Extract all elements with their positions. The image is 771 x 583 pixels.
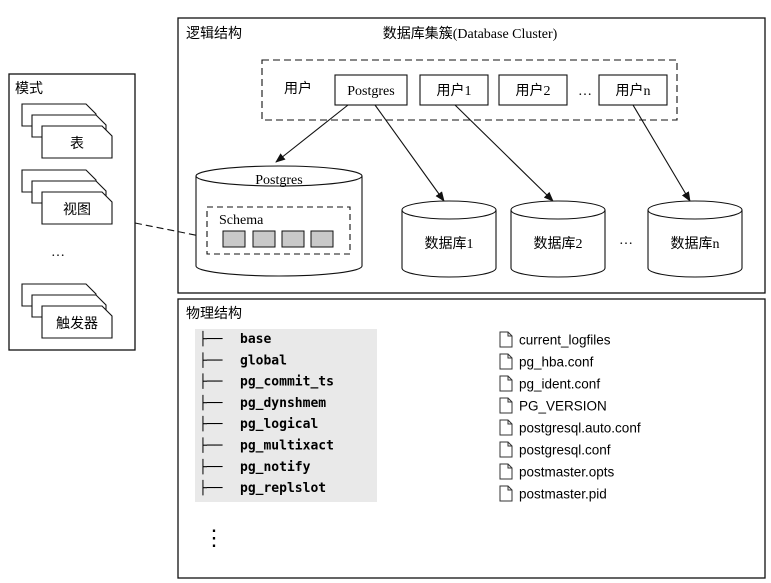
tree-branch: ├── [199,415,223,432]
users-label: 用户 [284,80,312,97]
file-row: PG_VERSION [499,397,607,414]
file-icon [499,419,513,436]
directory-row: ├── pg_replslot [199,479,326,496]
file-row: postmaster.opts [499,463,615,480]
vertical-ellipsis: ⋮ [203,525,225,550]
file-name: postmaster.pid [519,487,607,502]
directory-row: ├── pg_logical [199,415,318,432]
physical-panel-title: 物理结构 [186,306,242,322]
arrow-postgres-db1 [374,104,445,202]
file-name: pg_hba.conf [519,355,594,370]
directory-name: pg_multixact [240,439,334,454]
directory-name: global [240,353,287,368]
logical-panel-title: 逻辑结构 [186,26,242,42]
file-name: PG_VERSION [519,399,607,414]
directory-name: pg_logical [240,417,318,432]
file-icon [499,463,513,480]
directory-row: ├── pg_commit_ts [199,373,334,390]
tree-branch: ├── [199,330,223,347]
directory-name: pg_replslot [240,481,326,496]
mode-panel-title: 模式 [15,81,43,97]
directory-row: ├── pg_dynshmem [199,394,326,411]
schema-label: Schema [219,213,264,228]
schema-object [281,230,305,248]
tree-branch: ├── [199,351,223,368]
user-label: 用户1 [437,82,472,99]
tree-branch: ├── [199,479,223,496]
directory-name: pg_dynshmem [240,396,326,411]
directory-name: base [240,332,271,347]
arrow-user1-db2 [454,104,554,202]
tree-branch: ├── [199,437,223,454]
directory-name: pg_commit_ts [240,375,334,390]
file-name: postgresql.conf [519,443,611,458]
database-label: Postgres [255,173,302,188]
file-row: postgresql.conf [499,441,611,458]
database-2: 数据库2 [510,200,606,278]
file-name: pg_ident.conf [519,377,600,392]
database-postgres: Postgres Schema [195,165,363,277]
file-row: pg_ident.conf [499,375,600,392]
mode-item-label: 表 [70,136,84,152]
user-label: Postgres [347,84,394,99]
database-label: 数据库n [671,236,720,252]
directory-row: ├── pg_notify [199,458,311,475]
user-box-n: 用户n [598,74,668,106]
user-label: 用户n [616,82,651,99]
file-icon [499,485,513,502]
arrow-usern-dbn [632,104,691,202]
file-name: current_logfiles [519,333,611,348]
tree-branch: ├── [199,373,223,390]
database-label: 数据库1 [425,236,474,252]
mode-item-label: 视图 [63,202,91,218]
file-icon [499,353,513,370]
user-label: 用户2 [516,82,551,99]
tree-branch: ├── [199,394,223,411]
file-list: current_logfiles pg_hba.conf pg_ident.conf… [499,331,641,502]
mode-ellipsis: … [51,245,65,260]
directory-row: ├── pg_multixact [199,437,334,454]
tree-branch: ├── [199,458,223,475]
directory-name: pg_notify [240,460,311,475]
cluster-title: 数据库集簇(Database Cluster) [383,25,558,42]
file-icon [499,397,513,414]
database-ellipsis: … [619,233,633,248]
mode-item-label: 触发器 [56,316,98,332]
users-ellipsis: … [578,84,592,99]
arrow-postgres-main [275,104,349,163]
schema-object [310,230,334,248]
file-row: postmaster.pid [499,485,607,502]
file-name: postgresql.auto.conf [519,421,641,436]
user-box-postgres: Postgres [334,74,408,106]
schema-object [222,230,246,248]
file-icon [499,441,513,458]
architecture-diagram: 模式 表 视图 … 触发器 逻辑结构 数据库集簇(Database Cluste… [8,17,766,579]
file-row: current_logfiles [499,331,611,348]
schema-object [252,230,276,248]
directory-row: ├── global [199,351,287,368]
file-row: pg_hba.conf [499,353,594,370]
file-name: postmaster.opts [519,465,615,480]
database-n: 数据库n [647,200,743,278]
user-box-1: 用户1 [419,74,489,106]
file-icon [499,375,513,392]
user-box-2: 用户2 [498,74,568,106]
database-1: 数据库1 [401,200,497,278]
database-label: 数据库2 [534,236,583,252]
file-row: postgresql.auto.conf [499,419,641,436]
file-icon [499,331,513,348]
